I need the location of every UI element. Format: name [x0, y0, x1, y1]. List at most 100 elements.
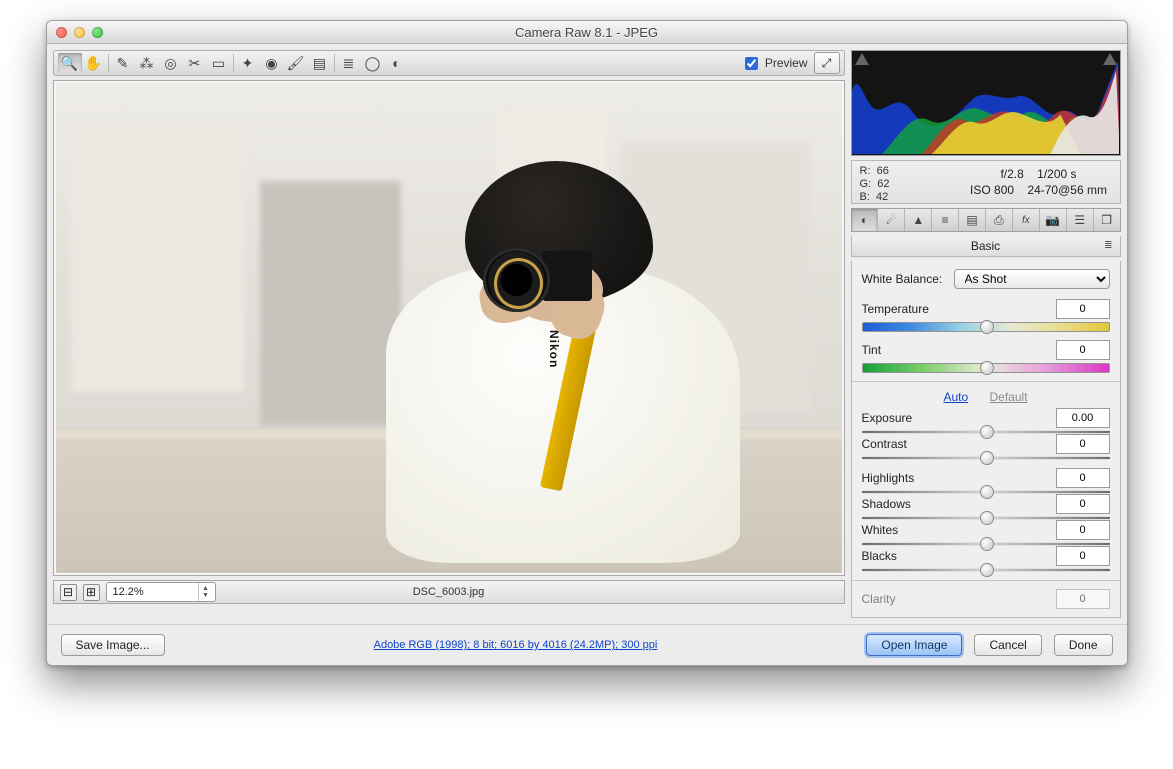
red-eye-tool-icon[interactable]: ◉: [260, 53, 284, 73]
spot-removal-tool-icon[interactable]: ✦: [236, 53, 260, 73]
tab-basic[interactable]: ◐: [852, 209, 879, 231]
blacks-slider[interactable]: [862, 568, 1110, 572]
exposure-slider[interactable]: [862, 430, 1110, 434]
slider-thumb-icon[interactable]: [980, 537, 994, 551]
lens-value: 24-70@56 mm: [1027, 183, 1107, 197]
exposure-input[interactable]: [1056, 408, 1110, 428]
shadows-label: Shadows: [862, 497, 1056, 511]
image-status-bar: ⊟ ⊞ 12.2% ▲▼ DSC_6003.jpg: [53, 580, 845, 604]
image-preview[interactable]: Nikon: [56, 83, 842, 573]
blacks-label: Blacks: [862, 549, 1056, 563]
contrast-input[interactable]: [1056, 434, 1110, 454]
iso-value: ISO 800: [970, 183, 1014, 197]
panel-tabs: ◐ ☄ ▲ ≡ ▤ ⎙ fx 📷 ☰ ❐: [851, 208, 1121, 232]
rgb-b-value: 42: [876, 191, 888, 203]
adjustment-brush-tool-icon[interactable]: 🖌: [284, 53, 308, 73]
stepper-arrows-icon[interactable]: ▲▼: [198, 583, 213, 601]
tab-presets[interactable]: ☰: [1067, 209, 1094, 231]
rgb-r-value: 66: [877, 165, 889, 177]
cancel-button[interactable]: Cancel: [974, 634, 1041, 656]
contrast-slider[interactable]: [862, 456, 1110, 460]
save-image-button[interactable]: Save Image...: [61, 634, 165, 656]
temperature-slider[interactable]: [862, 322, 1110, 332]
tint-slider[interactable]: [862, 363, 1110, 373]
preferences-tool-icon[interactable]: ◯: [361, 53, 385, 73]
auto-link[interactable]: Auto: [943, 390, 968, 404]
radial-filter-tool-icon[interactable]: ≣: [337, 53, 361, 73]
workflow-options-link[interactable]: Adobe RGB (1998); 8 bit; 6016 by 4016 (2…: [177, 639, 855, 651]
hand-tool-icon[interactable]: ✋: [82, 53, 106, 73]
tab-split-toning[interactable]: ▤: [959, 209, 986, 231]
close-window-icon[interactable]: [56, 27, 67, 38]
preview-checkbox[interactable]: [745, 57, 758, 70]
shadows-slider[interactable]: [862, 516, 1110, 520]
targeted-adjust-tool-icon[interactable]: ◎: [159, 53, 183, 73]
tint-label: Tint: [862, 343, 1056, 357]
tab-effects[interactable]: fx: [1013, 209, 1040, 231]
white-balance-tool-icon[interactable]: ✎: [111, 53, 135, 73]
photo-content: Nikon: [56, 83, 842, 573]
tool-toolbar: 🔍 ✋ ✎ ⁂ ◎ ✂ ▭ ✦ ◉ 🖌 ▤ ≣ ◯ ◐: [53, 50, 845, 76]
tab-hsl[interactable]: ≡: [932, 209, 959, 231]
tint-input[interactable]: [1056, 340, 1110, 360]
slider-thumb-icon[interactable]: [980, 563, 994, 577]
preview-toggle[interactable]: Preview: [741, 54, 808, 73]
basic-panel-header: Basic ≣: [851, 236, 1121, 257]
panel-menu-icon[interactable]: ≣: [1104, 240, 1113, 251]
basic-panel: White Balance: As Shot Temperature Tint: [851, 261, 1121, 618]
image-preview-frame: Nikon: [53, 80, 845, 576]
rotate-tool-icon[interactable]: ◐: [385, 53, 409, 73]
titlebar[interactable]: Camera Raw 8.1 - JPEG: [47, 21, 1127, 44]
blacks-input[interactable]: [1056, 546, 1110, 566]
slider-thumb-icon[interactable]: [980, 511, 994, 525]
minimize-window-icon[interactable]: [74, 27, 85, 38]
temperature-label: Temperature: [862, 302, 1056, 316]
shadows-input[interactable]: [1056, 494, 1110, 514]
graduated-filter-tool-icon[interactable]: ▤: [308, 53, 332, 73]
exif-readout: f/2.8 1/200 s ISO 800 24-70@56 mm: [958, 161, 1120, 203]
fullscreen-button-icon[interactable]: ⤢: [814, 52, 840, 74]
contrast-label: Contrast: [862, 437, 1056, 451]
whites-input[interactable]: [1056, 520, 1110, 540]
crop-tool-icon[interactable]: ✂: [183, 53, 207, 73]
window-controls: [56, 27, 103, 38]
auto-default-links: Auto Default: [862, 390, 1110, 404]
preview-label: Preview: [765, 56, 808, 70]
clarity-input[interactable]: [1056, 589, 1110, 609]
whites-label: Whites: [862, 523, 1056, 537]
aperture-value: f/2.8: [1000, 167, 1023, 181]
rgb-g-value: 62: [877, 178, 889, 190]
highlights-input[interactable]: [1056, 468, 1110, 488]
whites-slider[interactable]: [862, 542, 1110, 546]
highlights-slider[interactable]: [862, 490, 1110, 494]
slider-thumb-icon[interactable]: [980, 361, 994, 375]
open-image-button[interactable]: Open Image: [866, 634, 962, 656]
done-button[interactable]: Done: [1054, 634, 1113, 656]
slider-thumb-icon[interactable]: [980, 451, 994, 465]
white-balance-select[interactable]: As Shot: [954, 269, 1110, 289]
filmstrip-collapse-icon[interactable]: ⊟: [60, 584, 77, 601]
rgb-readout: R: 66 G: 62 B: 42: [852, 161, 958, 203]
filmstrip-expand-icon[interactable]: ⊞: [83, 584, 100, 601]
camera-raw-window: Camera Raw 8.1 - JPEG 🔍 ✋ ✎ ⁂ ◎ ✂ ▭ ✦ ◉ …: [46, 20, 1128, 666]
dialog-buttons: Save Image... Adobe RGB (1998); 8 bit; 6…: [47, 624, 1127, 665]
tab-lens-corrections[interactable]: ⎙: [986, 209, 1013, 231]
zoom-window-icon[interactable]: [92, 27, 103, 38]
slider-thumb-icon[interactable]: [980, 320, 994, 334]
tab-tone-curve[interactable]: ☄: [878, 209, 905, 231]
white-balance-label: White Balance:: [862, 272, 954, 286]
histogram[interactable]: [851, 50, 1121, 156]
temperature-input[interactable]: [1056, 299, 1110, 319]
color-sampler-tool-icon[interactable]: ⁂: [135, 53, 159, 73]
zoom-value: 12.2%: [113, 586, 144, 598]
panel-title: Basic: [971, 239, 1000, 253]
straighten-tool-icon[interactable]: ▭: [207, 53, 231, 73]
slider-thumb-icon[interactable]: [980, 485, 994, 499]
tab-detail[interactable]: ▲: [905, 209, 932, 231]
zoom-level-select[interactable]: 12.2% ▲▼: [106, 582, 216, 602]
tab-camera-calibration[interactable]: 📷: [1040, 209, 1067, 231]
tab-snapshots[interactable]: ❐: [1094, 209, 1120, 231]
default-link[interactable]: Default: [990, 390, 1028, 404]
zoom-tool-icon[interactable]: 🔍: [58, 53, 82, 73]
slider-thumb-icon[interactable]: [980, 425, 994, 439]
